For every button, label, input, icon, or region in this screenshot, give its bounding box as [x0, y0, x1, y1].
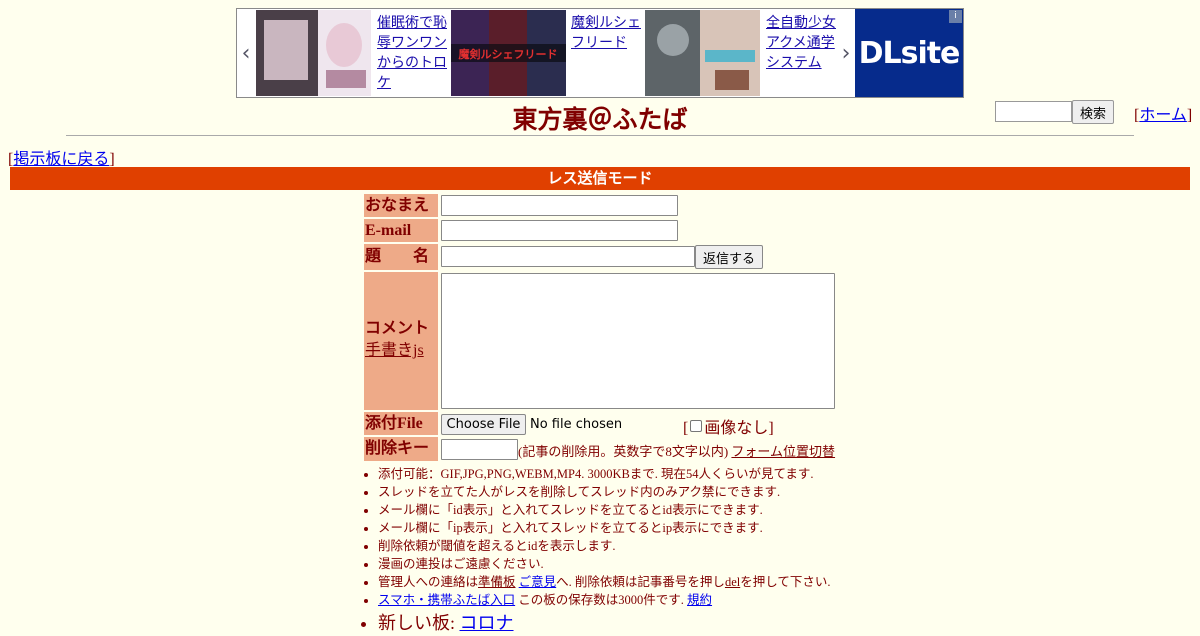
chevron-left-icon[interactable]: ‹ [237, 9, 255, 97]
search-input[interactable] [995, 101, 1072, 122]
reply-mode-bar: レス送信モード [10, 167, 1190, 190]
feedback-link[interactable]: ご意見 [519, 575, 557, 589]
ad-thumbnail-2-caption: 魔剣ルシェフリード [459, 47, 558, 61]
email-input[interactable] [441, 220, 678, 241]
delete-key-label: 削除キー [364, 437, 438, 461]
search-button[interactable]: 検索 [1072, 100, 1114, 124]
ad-thumbnail-1[interactable] [256, 10, 371, 96]
rule-contact-mid: へ. 削除依頼は記事番号を押し [556, 575, 725, 589]
delete-key-note: (記事の削除用。英数字で8文字以内) [518, 444, 729, 459]
rule-contact-pre: 管理人への連絡は [378, 575, 479, 589]
rule-manga: 漫画の連投はご遠慮ください. [378, 555, 964, 573]
dlsite-logo[interactable]: DLsite [855, 9, 963, 97]
home-link[interactable]: ホーム [1139, 107, 1187, 124]
rule-ip-display: メール欄に「ip表示」と入れてスレッドを立てるとip表示にできます. [378, 519, 964, 537]
new-board-list: 新しい板: コロナ [364, 610, 514, 636]
new-board-link[interactable]: コロナ [460, 613, 514, 633]
home-link-wrap: [ホーム] [1134, 101, 1192, 125]
bracket-close: ] [109, 151, 115, 168]
rule-contact: 管理人への連絡は準備板 ご意見へ. 削除依頼は記事番号を押しdelを押して下さい… [378, 573, 964, 591]
ad-thumbnail-2[interactable]: 魔剣ルシェフリード [451, 10, 566, 96]
mobile-entrance-link[interactable]: スマホ・携帯ふたば入口 [378, 593, 515, 607]
del-link[interactable]: del [725, 575, 740, 589]
no-image-label: 画像なし [704, 420, 769, 437]
ad-item-2[interactable]: 魔剣ルシェフリード 魔剣ルシェフリード [451, 9, 641, 97]
ad-thumbnail-3[interactable] [645, 10, 760, 96]
rule-delete-threshold: 削除依頼が閾値を超えるとidを表示します. [378, 537, 964, 555]
name-label: おなまえ [364, 194, 438, 217]
ad-item-3-text[interactable]: 全自動少女アクメ通学システム [766, 13, 838, 73]
handwriting-link[interactable]: 手書きjs [365, 342, 424, 359]
subject-input[interactable] [441, 246, 695, 267]
ad-item-1-text[interactable]: 催眠術で恥辱ワンワンからのトロケ [377, 13, 449, 93]
back-link-wrap: [掲示板に戻る] [8, 145, 115, 169]
name-input[interactable] [441, 195, 678, 216]
ad-banner[interactable]: ‹ 催眠術で恥辱ワンワンからのトロケ 魔剣ルシェフリード 魔剣ルシェフリード 全… [236, 8, 964, 98]
comment-label: コメント [365, 320, 430, 337]
no-file-chosen-text: No file chosen [530, 417, 623, 432]
rule-mobile: スマホ・携帯ふたば入口 この板の保存数は3000件です. 規約 [378, 591, 964, 609]
delete-key-note-wrap: (記事の削除用。英数字で8文字以内) フォーム位置切替 [518, 441, 835, 460]
new-board-item: 新しい板: コロナ [378, 610, 514, 636]
comment-textarea[interactable] [441, 273, 835, 409]
rule-contact-post: を押して下さい. [740, 575, 831, 589]
choose-file-button[interactable]: Choose File [441, 414, 526, 435]
header-divider [66, 135, 1134, 136]
email-label: E-mail [364, 219, 438, 242]
board-rules-list: 添付可能：GIF,JPG,PNG,WEBM,MP4. 3000KBまで. 現在5… [364, 465, 964, 609]
no-image-checkbox[interactable] [690, 420, 703, 432]
ad-item-2-text[interactable]: 魔剣ルシェフリード [571, 13, 643, 53]
chevron-right-icon[interactable]: › [837, 9, 855, 97]
rule-id-display: メール欄に「id表示」と入れてスレッドを立てるとid表示にできます. [378, 501, 964, 519]
rule-thread-ban: スレッドを立てた人がレスを削除してスレッド内のみアク禁にできます. [378, 483, 964, 501]
comment-label-cell: コメント 手書きjs [364, 272, 438, 410]
rule-save-count: この板の保存数は3000件です. [515, 593, 688, 607]
back-to-board-link[interactable]: 掲示板に戻る [13, 151, 109, 168]
form-position-toggle-link[interactable]: フォーム位置切替 [731, 444, 835, 459]
bracket-open: [ [683, 420, 689, 437]
delete-key-input[interactable] [441, 439, 518, 460]
no-image-option: [ 画像なし] [683, 414, 774, 438]
ad-item-1[interactable]: 催眠術で恥辱ワンワンからのトロケ [256, 9, 447, 97]
rule-attachments: 添付可能：GIF,JPG,PNG,WEBM,MP4. 3000KBまで. 現在5… [378, 465, 964, 483]
terms-link[interactable]: 規約 [687, 593, 712, 607]
subject-label: 題 名 [364, 244, 438, 270]
submit-reply-button[interactable]: 返信する [695, 245, 763, 269]
new-board-label: 新しい板: [378, 613, 460, 633]
bracket-close: ] [1186, 107, 1193, 124]
bracket-close: ] [768, 420, 774, 437]
prep-board-link[interactable]: 準備板 [478, 575, 516, 589]
ad-info-icon[interactable]: i [949, 10, 962, 23]
file-label: 添付File [364, 412, 438, 435]
ad-item-3[interactable]: 全自動少女アクメ通学システム [645, 9, 838, 97]
